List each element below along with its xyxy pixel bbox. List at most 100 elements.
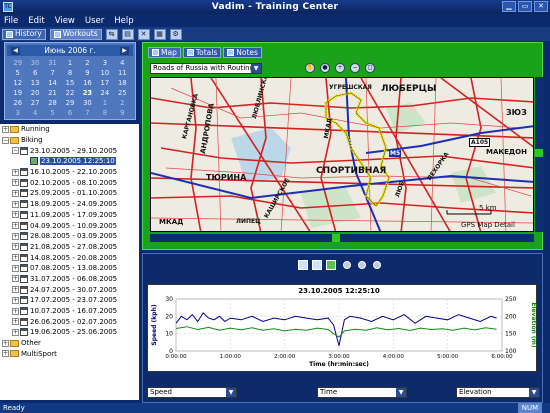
menu-user[interactable]: User [85, 16, 104, 26]
chart-line-icon[interactable] [326, 260, 336, 270]
calendar-day[interactable]: 23 [79, 88, 96, 98]
expand-icon[interactable]: + [12, 318, 19, 326]
next-month-icon[interactable]: ▶ [120, 46, 129, 55]
tree-folder[interactable]: + Other [0, 338, 139, 349]
tree-week[interactable]: +14.08.2005 - 20.08.2005 [0, 252, 139, 263]
tree-week[interactable]: +11.09.2005 - 17.09.2005 [0, 210, 139, 221]
expand-icon[interactable]: + [12, 254, 19, 262]
expand-icon[interactable]: + [12, 200, 19, 208]
expand-icon[interactable]: + [12, 328, 19, 336]
expand-icon[interactable]: + [12, 275, 19, 283]
history-tab[interactable]: History [2, 28, 46, 40]
calendar-day[interactable]: 10 [96, 68, 113, 78]
expand-icon[interactable]: + [2, 125, 9, 133]
calendar-day[interactable]: 31 [44, 58, 61, 68]
tree-week[interactable]: +26.06.2005 - 02.07.2005 [0, 316, 139, 327]
calendar-day[interactable]: 4 [114, 58, 131, 68]
calendar-day[interactable]: 26 [9, 98, 26, 108]
tree-week[interactable]: +19.06.2005 - 25.06.2005 [0, 327, 139, 338]
menu-file[interactable]: File [4, 16, 18, 26]
calendar-day[interactable]: 27 [26, 98, 43, 108]
left-axis-select[interactable]: Speed ▼ [147, 387, 237, 398]
calendar-day[interactable]: 6 [61, 108, 78, 118]
settings-icon[interactable]: ⚙ [169, 28, 182, 40]
calendar-day[interactable]: 1 [61, 58, 78, 68]
tree-workout[interactable]: 23.10.2005 12:25:10 [0, 156, 139, 167]
tree-folder[interactable]: − Biking [0, 135, 139, 146]
expand-icon[interactable]: + [12, 189, 19, 197]
import-icon[interactable]: ⇆ [105, 28, 118, 40]
tree-week[interactable]: +25.09.2005 - 01.10.2005 [0, 188, 139, 199]
expand-icon[interactable]: + [12, 296, 19, 304]
maximize-icon[interactable]: ▭ [518, 1, 532, 12]
menu-help[interactable]: Help [114, 16, 133, 26]
tree-folder[interactable]: + Running [0, 124, 139, 135]
calendar-day[interactable]: 3 [96, 58, 113, 68]
calendar-day[interactable]: 19 [9, 88, 26, 98]
calendar-day[interactable]: 22 [61, 88, 78, 98]
expand-icon[interactable]: + [2, 350, 9, 358]
calendar-day[interactable]: 30 [79, 98, 96, 108]
calendar-day[interactable]: 7 [79, 108, 96, 118]
map-view[interactable]: ЛЮБЕРЦЫ УГРЕШСКАЯ СПОРТИВНАЯ ТЮРИНА ЛЮБЛ… [150, 77, 534, 232]
expand-icon[interactable]: + [12, 168, 19, 176]
delete-icon[interactable]: ✕ [137, 28, 150, 40]
chart-table-icon[interactable] [312, 260, 322, 270]
tree-week[interactable]: +18.09.2005 - 24.09.2005 [0, 199, 139, 210]
calendar-day[interactable]: 9 [79, 68, 96, 78]
zoom-in-icon[interactable]: + [335, 63, 345, 73]
tree-folder[interactable]: + MultiSport [0, 348, 139, 359]
tab-totals[interactable]: Totals [182, 47, 222, 58]
new-workout-icon[interactable]: ▤ [121, 28, 134, 40]
collapse-icon[interactable]: − [12, 147, 19, 155]
calendar-day[interactable]: 24 [96, 88, 113, 98]
pan-hand-icon[interactable]: ✋ [305, 63, 315, 73]
tree-week[interactable]: +24.07.2005 - 30.07.2005 [0, 284, 139, 295]
calendar-day[interactable]: 8 [96, 108, 113, 118]
chart-refresh-icon[interactable] [358, 261, 366, 269]
calendar-day[interactable]: 12 [9, 78, 26, 88]
expand-icon[interactable]: + [12, 179, 19, 187]
tree-week[interactable]: +17.07.2005 - 23.07.2005 [0, 295, 139, 306]
expand-icon[interactable]: + [12, 232, 19, 240]
calendar-day[interactable]: 28 [44, 98, 61, 108]
expand-icon[interactable]: + [2, 339, 9, 347]
expand-icon[interactable]: + [12, 286, 19, 294]
chart-view-icon[interactable] [298, 260, 308, 270]
calendar-day[interactable]: 6 [26, 68, 43, 78]
select-icon[interactable]: ● [320, 63, 330, 73]
calendar-day[interactable]: 29 [61, 98, 78, 108]
menu-edit[interactable]: Edit [28, 16, 44, 26]
calendar-day[interactable]: 13 [26, 78, 43, 88]
close-icon[interactable]: ✕ [534, 1, 548, 12]
calendar-day[interactable]: 29 [9, 58, 26, 68]
x-axis-select[interactable]: Time ▼ [317, 387, 407, 398]
tree-week[interactable]: +10.07.2005 - 16.07.2005 [0, 306, 139, 317]
minimize-icon[interactable]: ▁ [502, 1, 516, 12]
chart-fit-icon[interactable] [373, 261, 381, 269]
calendar-day[interactable]: 17 [96, 78, 113, 88]
map-vertical-scrollbar[interactable] [535, 77, 543, 232]
calendar-day[interactable]: 25 [114, 88, 131, 98]
tree-week[interactable]: +02.10.2005 - 08.10.2005 [0, 177, 139, 188]
calendar-day[interactable]: 21 [44, 88, 61, 98]
map-vertical-scroll-thumb[interactable] [535, 149, 543, 157]
tree-week[interactable]: − 23.10.2005 - 29.10.2005 [0, 145, 139, 156]
calendar-day[interactable]: 3 [9, 108, 26, 118]
calendar-day[interactable]: 2 [114, 98, 131, 108]
tree-week[interactable]: +04.09.2005 - 10.09.2005 [0, 220, 139, 231]
expand-icon[interactable]: + [12, 307, 19, 315]
expand-icon[interactable]: + [12, 243, 19, 251]
calendar-day[interactable]: 9 [114, 108, 131, 118]
zoom-out-icon[interactable]: − [350, 63, 360, 73]
zoom-fit-icon[interactable]: ◻ [365, 63, 375, 73]
collapse-icon[interactable]: − [2, 136, 9, 144]
calendar-day[interactable]: 8 [61, 68, 78, 78]
calendar-day[interactable]: 14 [44, 78, 61, 88]
tab-map[interactable]: Map [148, 47, 181, 58]
map-horizontal-scrollbar[interactable] [150, 234, 534, 242]
properties-icon[interactable]: ▦ [153, 28, 166, 40]
tab-notes[interactable]: Notes [223, 47, 262, 58]
chart-zoom-icon[interactable] [343, 261, 351, 269]
prev-month-icon[interactable]: ◀ [11, 46, 20, 55]
